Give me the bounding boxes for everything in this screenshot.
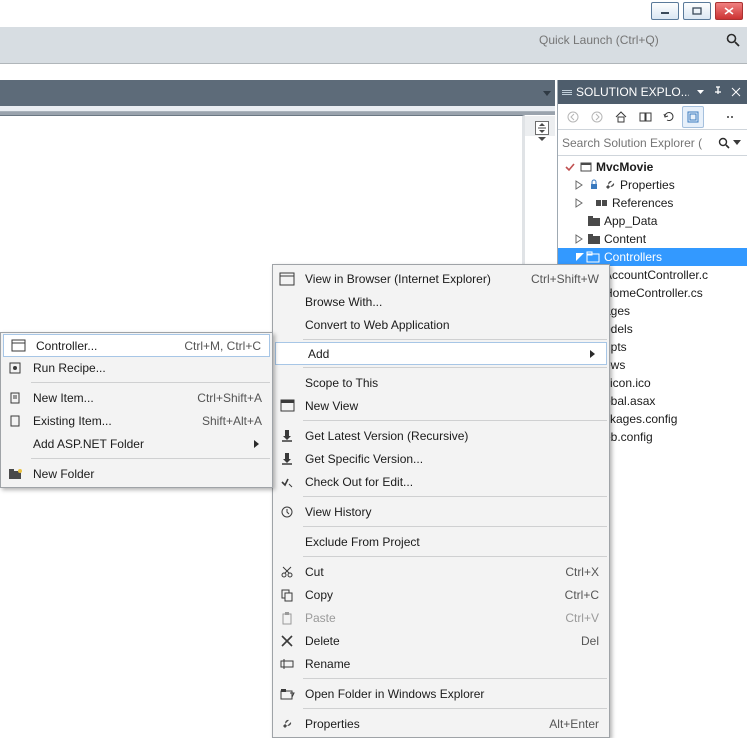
menu-separator — [303, 496, 607, 497]
recipe-icon — [1, 362, 29, 374]
add-submenu: Controller...Ctrl+M, Ctrl+C Run Recipe..… — [0, 332, 273, 488]
wrench-icon — [602, 179, 618, 191]
tab-dropdown-icon[interactable] — [540, 82, 554, 104]
menu-delete[interactable]: DeleteDel — [273, 629, 609, 652]
pin-icon[interactable] — [711, 85, 725, 99]
menu-exclude[interactable]: Exclude From Project — [273, 530, 609, 553]
search-icon[interactable] — [717, 137, 730, 149]
close-icon[interactable] — [729, 85, 743, 99]
menu-run-recipe[interactable]: Run Recipe... — [1, 356, 272, 379]
check-icon — [562, 162, 578, 172]
quick-launch-input[interactable] — [533, 28, 723, 52]
project-icon — [578, 161, 594, 173]
menu-separator — [31, 382, 270, 383]
tab-strip — [0, 80, 555, 106]
controller-icon — [4, 340, 32, 351]
menu-separator — [303, 339, 607, 340]
collapse-button[interactable] — [634, 106, 656, 128]
solution-search-input[interactable] — [562, 136, 717, 150]
rename-icon — [273, 659, 301, 669]
history-icon — [273, 506, 301, 518]
menu-separator — [303, 556, 607, 557]
close-button[interactable] — [715, 2, 743, 20]
checkout-icon — [273, 476, 301, 488]
tree-properties[interactable]: Properties — [558, 176, 747, 194]
expand-icon[interactable] — [574, 235, 586, 243]
menu-get-latest[interactable]: Get Latest Version (Recursive) — [273, 424, 609, 447]
submenu-arrow-icon — [250, 440, 262, 448]
search-icon[interactable] — [723, 33, 743, 47]
context-menu: View in Browser (Internet Explorer)Ctrl+… — [272, 264, 610, 738]
solution-explorer-toolbar — [558, 104, 747, 130]
solution-explorer-titlebar[interactable]: SOLUTION EXPLO... — [558, 80, 747, 104]
menu-separator — [303, 526, 607, 527]
menu-open-folder[interactable]: Open Folder in Windows Explorer — [273, 682, 609, 705]
tree-references[interactable]: References — [558, 194, 747, 212]
menu-copy[interactable]: CopyCtrl+C — [273, 583, 609, 606]
paste-icon — [273, 612, 301, 624]
folder-open-icon — [586, 252, 602, 262]
menu-cut[interactable]: CutCtrl+X — [273, 560, 609, 583]
solution-explorer-title: SOLUTION EXPLO... — [576, 85, 689, 99]
tree-project-root[interactable]: MvcMovie — [558, 158, 747, 176]
copy-icon — [273, 589, 301, 601]
menu-new-folder[interactable]: New Folder — [1, 462, 272, 485]
sync-button[interactable] — [682, 106, 704, 128]
tree-appdata[interactable]: App_Data — [558, 212, 747, 230]
cut-icon — [273, 566, 301, 578]
menu-asp-folder[interactable]: Add ASP.NET Folder — [1, 432, 272, 455]
menu-check-out[interactable]: Check Out for Edit... — [273, 470, 609, 493]
menu-new-item[interactable]: New Item...Ctrl+Shift+A — [1, 386, 272, 409]
toolbar-overflow[interactable] — [721, 106, 743, 128]
split-widget[interactable] — [531, 121, 553, 142]
menu-properties[interactable]: PropertiesAlt+Enter — [273, 712, 609, 735]
wrench-icon — [273, 718, 301, 730]
menu-view-history[interactable]: View History — [273, 500, 609, 523]
menu-separator — [303, 708, 607, 709]
menu-add-controller[interactable]: Controller...Ctrl+M, Ctrl+C — [3, 334, 270, 357]
new-folder-icon — [1, 469, 29, 479]
menu-view-browser[interactable]: View in Browser (Internet Explorer)Ctrl+… — [273, 267, 609, 290]
expand-icon[interactable] — [574, 199, 586, 207]
open-folder-icon — [273, 689, 301, 699]
minimize-button[interactable] — [651, 2, 679, 20]
menu-get-specific[interactable]: Get Specific Version... — [273, 447, 609, 470]
collapse-icon[interactable] — [574, 253, 586, 261]
solution-explorer-search[interactable] — [558, 130, 747, 156]
existing-item-icon — [1, 415, 29, 427]
dropdown-icon[interactable] — [693, 85, 707, 99]
download-icon — [273, 430, 301, 442]
menu-convert-web[interactable]: Convert to Web Application — [273, 313, 609, 336]
menu-rename[interactable]: Rename — [273, 652, 609, 675]
refresh-button[interactable] — [658, 106, 680, 128]
references-icon — [594, 198, 610, 208]
grip-icon — [562, 90, 572, 95]
tree-content[interactable]: Content — [558, 230, 747, 248]
window-icon — [273, 400, 301, 411]
menu-existing-item[interactable]: Existing Item...Shift+Alt+A — [1, 409, 272, 432]
home-button[interactable] — [610, 106, 632, 128]
chevron-down-icon[interactable] — [730, 140, 743, 145]
browser-icon — [273, 273, 301, 285]
download-icon — [273, 453, 301, 465]
menu-paste: PasteCtrl+V — [273, 606, 609, 629]
maximize-button[interactable] — [683, 2, 711, 20]
menu-add[interactable]: Add — [275, 342, 607, 365]
forward-button[interactable] — [586, 106, 608, 128]
new-item-icon — [1, 392, 29, 404]
menu-separator — [303, 420, 607, 421]
folder-icon — [586, 234, 602, 244]
folder-icon — [586, 216, 602, 226]
back-button[interactable] — [562, 106, 584, 128]
expand-icon[interactable] — [574, 181, 586, 189]
submenu-arrow-icon — [586, 350, 598, 358]
menu-scope[interactable]: Scope to This — [273, 371, 609, 394]
menu-separator — [303, 367, 607, 368]
menu-separator — [31, 458, 270, 459]
menu-new-view[interactable]: New View — [273, 394, 609, 417]
menu-separator — [303, 678, 607, 679]
delete-icon — [273, 636, 301, 646]
lock-icon — [586, 180, 602, 190]
menu-browse-with[interactable]: Browse With... — [273, 290, 609, 313]
